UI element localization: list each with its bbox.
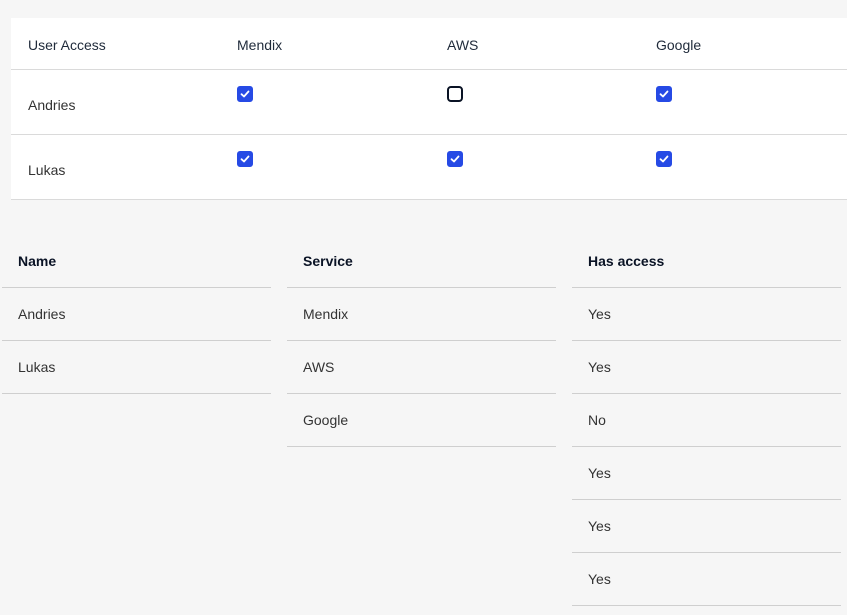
mendix-access-checkbox[interactable] xyxy=(237,151,253,167)
google-access-checkbox[interactable] xyxy=(656,151,672,167)
matrix-row: Andries xyxy=(11,70,847,135)
list-item: Google xyxy=(287,394,556,447)
list-item: Yes xyxy=(572,553,841,606)
check-icon xyxy=(659,90,669,98)
matrix-row: Lukas xyxy=(11,135,847,200)
list-item: Yes xyxy=(572,341,841,394)
list-item: Yes xyxy=(572,447,841,500)
matrix-header-row: User Access Mendix AWS Google xyxy=(11,18,847,70)
google-access-checkbox[interactable] xyxy=(656,86,672,102)
matrix-header-user-access: User Access xyxy=(28,37,106,53)
name-list: Name Andries Lukas xyxy=(2,235,271,394)
matrix-row-name: Lukas xyxy=(28,162,66,178)
list-item: Yes xyxy=(572,500,841,553)
list-item: AWS xyxy=(287,341,556,394)
check-icon xyxy=(659,155,669,163)
mendix-access-checkbox[interactable] xyxy=(237,86,253,102)
list-item: Yes xyxy=(572,288,841,341)
aws-access-checkbox[interactable] xyxy=(447,86,463,102)
user-access-matrix: User Access Mendix AWS Google Andries Lu… xyxy=(11,18,847,200)
matrix-header-google: Google xyxy=(656,37,702,53)
aws-access-checkbox[interactable] xyxy=(447,151,463,167)
matrix-header-aws: AWS xyxy=(447,37,479,53)
matrix-row-name: Andries xyxy=(28,97,76,113)
service-list-header: Service xyxy=(287,235,556,288)
access-list: Has access Yes Yes No Yes Yes Yes xyxy=(572,235,841,606)
list-item: No xyxy=(572,394,841,447)
name-list-header: Name xyxy=(2,235,271,288)
list-item: Andries xyxy=(2,288,271,341)
matrix-header-mendix: Mendix xyxy=(237,37,283,53)
check-icon xyxy=(240,90,250,98)
list-item: Mendix xyxy=(287,288,556,341)
check-icon xyxy=(240,155,250,163)
list-item: Lukas xyxy=(2,341,271,394)
access-list-header: Has access xyxy=(572,235,841,288)
check-icon xyxy=(450,155,460,163)
service-list: Service Mendix AWS Google xyxy=(287,235,556,447)
